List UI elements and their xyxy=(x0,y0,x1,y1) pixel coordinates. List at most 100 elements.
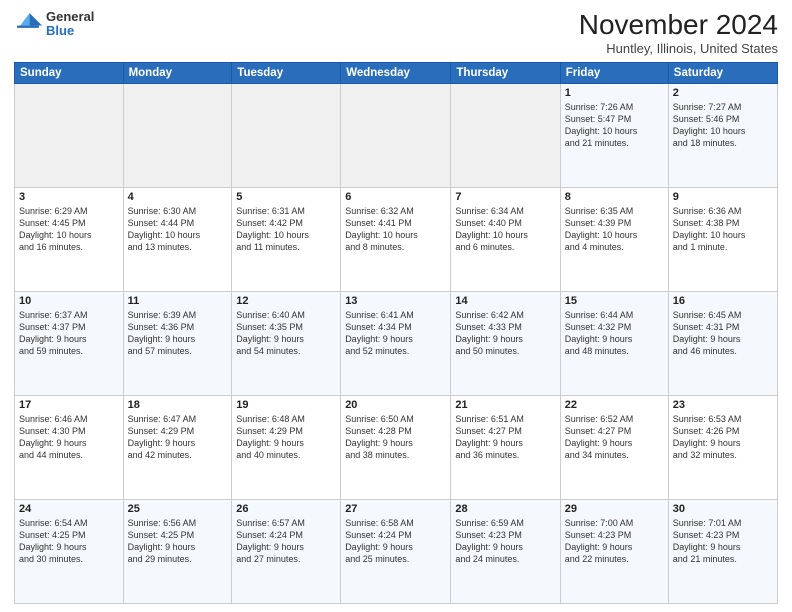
calendar-day-cell: 17 Sunrise: 6:46 AM Sunset: 4:30 PM Dayli… xyxy=(15,395,124,499)
calendar-week-row: 3 Sunrise: 6:29 AM Sunset: 4:45 PM Daylig… xyxy=(15,187,778,291)
day-info: Sunrise: 6:54 AM Sunset: 4:25 PM Dayligh… xyxy=(19,517,119,566)
calendar-day-cell: 27Sunrise: 6:58 AM Sunset: 4:24 PM Dayli… xyxy=(341,499,451,603)
day-info: Sunrise: 6:52 AM Sunset: 4:27 PM Dayligh… xyxy=(565,413,664,462)
calendar-day-cell: 2Sunrise: 7:27 AM Sunset: 5:46 PM Daylig… xyxy=(668,83,777,187)
calendar-day-cell: 4 Sunrise: 6:30 AM Sunset: 4:44 PM Daylig… xyxy=(123,187,232,291)
calendar-day-cell: 3 Sunrise: 6:29 AM Sunset: 4:45 PM Daylig… xyxy=(15,187,124,291)
day-info: Sunrise: 6:31 AM Sunset: 4:42 PM Dayligh… xyxy=(236,205,336,254)
calendar-week-row: 1 Sunrise: 7:26 AM Sunset: 5:47 PM Daylig… xyxy=(15,83,778,187)
calendar-day-cell: 5Sunrise: 6:31 AM Sunset: 4:42 PM Daylig… xyxy=(232,187,341,291)
day-number: 17 xyxy=(19,399,119,411)
day-number: 11 xyxy=(128,295,228,307)
day-number: 13 xyxy=(345,295,446,307)
day-info: Sunrise: 6:45 AM Sunset: 4:31 PM Dayligh… xyxy=(673,309,773,358)
day-number: 3 xyxy=(19,191,119,203)
day-info: Sunrise: 6:32 AM Sunset: 4:41 PM Dayligh… xyxy=(345,205,446,254)
weekday-header-cell: Sunday xyxy=(15,62,124,83)
day-info: Sunrise: 7:26 AM Sunset: 5:47 PM Dayligh… xyxy=(565,101,664,150)
day-number: 20 xyxy=(345,399,446,411)
calendar-day-cell: 24Sunrise: 6:54 AM Sunset: 4:25 PM Dayli… xyxy=(15,499,124,603)
calendar-day-cell: 13 Sunrise: 6:41 AM Sunset: 4:34 PM Dayli… xyxy=(341,291,451,395)
day-info: Sunrise: 6:36 AM Sunset: 4:38 PM Dayligh… xyxy=(673,205,773,254)
day-number: 4 xyxy=(128,191,228,203)
day-number: 19 xyxy=(236,399,336,411)
calendar-day-cell xyxy=(232,83,341,187)
month-title: November 2024 xyxy=(579,10,778,41)
calendar-day-cell: 7 Sunrise: 6:34 AM Sunset: 4:40 PM Daylig… xyxy=(451,187,560,291)
calendar-day-cell: 10 Sunrise: 6:37 AM Sunset: 4:37 PM Dayli… xyxy=(15,291,124,395)
calendar-day-cell: 8Sunrise: 6:35 AM Sunset: 4:39 PM Daylig… xyxy=(560,187,668,291)
day-number: 30 xyxy=(673,503,773,515)
day-info: Sunrise: 6:29 AM Sunset: 4:45 PM Dayligh… xyxy=(19,205,119,254)
weekday-header-cell: Saturday xyxy=(668,62,777,83)
day-number: 12 xyxy=(236,295,336,307)
day-number: 23 xyxy=(673,399,773,411)
day-info: Sunrise: 6:30 AM Sunset: 4:44 PM Dayligh… xyxy=(128,205,228,254)
day-info: Sunrise: 6:47 AM Sunset: 4:29 PM Dayligh… xyxy=(128,413,228,462)
day-info: Sunrise: 7:27 AM Sunset: 5:46 PM Dayligh… xyxy=(673,101,773,150)
calendar-week-row: 17 Sunrise: 6:46 AM Sunset: 4:30 PM Dayli… xyxy=(15,395,778,499)
day-info: Sunrise: 6:39 AM Sunset: 4:36 PM Dayligh… xyxy=(128,309,228,358)
day-number: 7 xyxy=(455,191,555,203)
day-info: Sunrise: 7:00 AM Sunset: 4:23 PM Dayligh… xyxy=(565,517,664,566)
calendar-day-cell: 18 Sunrise: 6:47 AM Sunset: 4:29 PM Dayli… xyxy=(123,395,232,499)
calendar-day-cell xyxy=(123,83,232,187)
day-number: 18 xyxy=(128,399,228,411)
day-number: 21 xyxy=(455,399,555,411)
day-info: Sunrise: 6:46 AM Sunset: 4:30 PM Dayligh… xyxy=(19,413,119,462)
day-info: Sunrise: 6:34 AM Sunset: 4:40 PM Dayligh… xyxy=(455,205,555,254)
day-number: 9 xyxy=(673,191,773,203)
calendar-day-cell: 16 Sunrise: 6:45 AM Sunset: 4:31 PM Dayli… xyxy=(668,291,777,395)
day-number: 14 xyxy=(455,295,555,307)
calendar-day-cell: 14 Sunrise: 6:42 AM Sunset: 4:33 PM Dayli… xyxy=(451,291,560,395)
day-number: 15 xyxy=(565,295,664,307)
day-info: Sunrise: 6:59 AM Sunset: 4:23 PM Dayligh… xyxy=(455,517,555,566)
day-number: 29 xyxy=(565,503,664,515)
logo: General Blue xyxy=(14,10,94,39)
calendar-day-cell: 11 Sunrise: 6:39 AM Sunset: 4:36 PM Dayli… xyxy=(123,291,232,395)
location: Huntley, Illinois, United States xyxy=(579,41,778,56)
day-info: Sunrise: 6:37 AM Sunset: 4:37 PM Dayligh… xyxy=(19,309,119,358)
day-info: Sunrise: 6:53 AM Sunset: 4:26 PM Dayligh… xyxy=(673,413,773,462)
calendar-week-row: 10 Sunrise: 6:37 AM Sunset: 4:37 PM Dayli… xyxy=(15,291,778,395)
day-info: Sunrise: 6:41 AM Sunset: 4:34 PM Dayligh… xyxy=(345,309,446,358)
day-info: Sunrise: 6:51 AM Sunset: 4:27 PM Dayligh… xyxy=(455,413,555,462)
day-info: Sunrise: 6:48 AM Sunset: 4:29 PM Dayligh… xyxy=(236,413,336,462)
calendar-day-cell: 12 Sunrise: 6:40 AM Sunset: 4:35 PM Dayli… xyxy=(232,291,341,395)
calendar-day-cell xyxy=(341,83,451,187)
calendar-day-cell: 23 Sunrise: 6:53 AM Sunset: 4:26 PM Dayli… xyxy=(668,395,777,499)
logo-blue: Blue xyxy=(46,24,94,38)
header: General Blue November 2024 Huntley, Illi… xyxy=(14,10,778,56)
calendar-day-cell: 19 Sunrise: 6:48 AM Sunset: 4:29 PM Dayli… xyxy=(232,395,341,499)
day-info: Sunrise: 6:44 AM Sunset: 4:32 PM Dayligh… xyxy=(565,309,664,358)
day-info: Sunrise: 6:40 AM Sunset: 4:35 PM Dayligh… xyxy=(236,309,336,358)
weekday-header-cell: Monday xyxy=(123,62,232,83)
day-info: Sunrise: 6:57 AM Sunset: 4:24 PM Dayligh… xyxy=(236,517,336,566)
calendar-day-cell: 15 Sunrise: 6:44 AM Sunset: 4:32 PM Dayli… xyxy=(560,291,668,395)
weekday-header-cell: Tuesday xyxy=(232,62,341,83)
calendar-day-cell xyxy=(15,83,124,187)
day-number: 22 xyxy=(565,399,664,411)
calendar-table: SundayMondayTuesdayWednesdayThursdayFrid… xyxy=(14,62,778,604)
calendar-day-cell: 9 Sunrise: 6:36 AM Sunset: 4:38 PM Daylig… xyxy=(668,187,777,291)
weekday-header-cell: Thursday xyxy=(451,62,560,83)
calendar-day-cell: 21 Sunrise: 6:51 AM Sunset: 4:27 PM Dayli… xyxy=(451,395,560,499)
calendar-day-cell: 26 Sunrise: 6:57 AM Sunset: 4:24 PM Dayli… xyxy=(232,499,341,603)
day-number: 10 xyxy=(19,295,119,307)
calendar: SundayMondayTuesdayWednesdayThursdayFrid… xyxy=(14,62,778,604)
day-number: 26 xyxy=(236,503,336,515)
calendar-day-cell: 22 Sunrise: 6:52 AM Sunset: 4:27 PM Dayli… xyxy=(560,395,668,499)
weekday-header-cell: Wednesday xyxy=(341,62,451,83)
day-number: 28 xyxy=(455,503,555,515)
calendar-body: 1 Sunrise: 7:26 AM Sunset: 5:47 PM Daylig… xyxy=(15,83,778,603)
day-info: Sunrise: 6:58 AM Sunset: 4:24 PM Dayligh… xyxy=(345,517,446,566)
day-number: 16 xyxy=(673,295,773,307)
weekday-header-cell: Friday xyxy=(560,62,668,83)
day-number: 1 xyxy=(565,87,664,99)
calendar-week-row: 24Sunrise: 6:54 AM Sunset: 4:25 PM Dayli… xyxy=(15,499,778,603)
day-info: Sunrise: 6:42 AM Sunset: 4:33 PM Dayligh… xyxy=(455,309,555,358)
calendar-day-cell: 1 Sunrise: 7:26 AM Sunset: 5:47 PM Daylig… xyxy=(560,83,668,187)
calendar-day-cell: 28 Sunrise: 6:59 AM Sunset: 4:23 PM Dayli… xyxy=(451,499,560,603)
title-block: November 2024 Huntley, Illinois, United … xyxy=(579,10,778,56)
calendar-day-cell: 25Sunrise: 6:56 AM Sunset: 4:25 PM Dayli… xyxy=(123,499,232,603)
